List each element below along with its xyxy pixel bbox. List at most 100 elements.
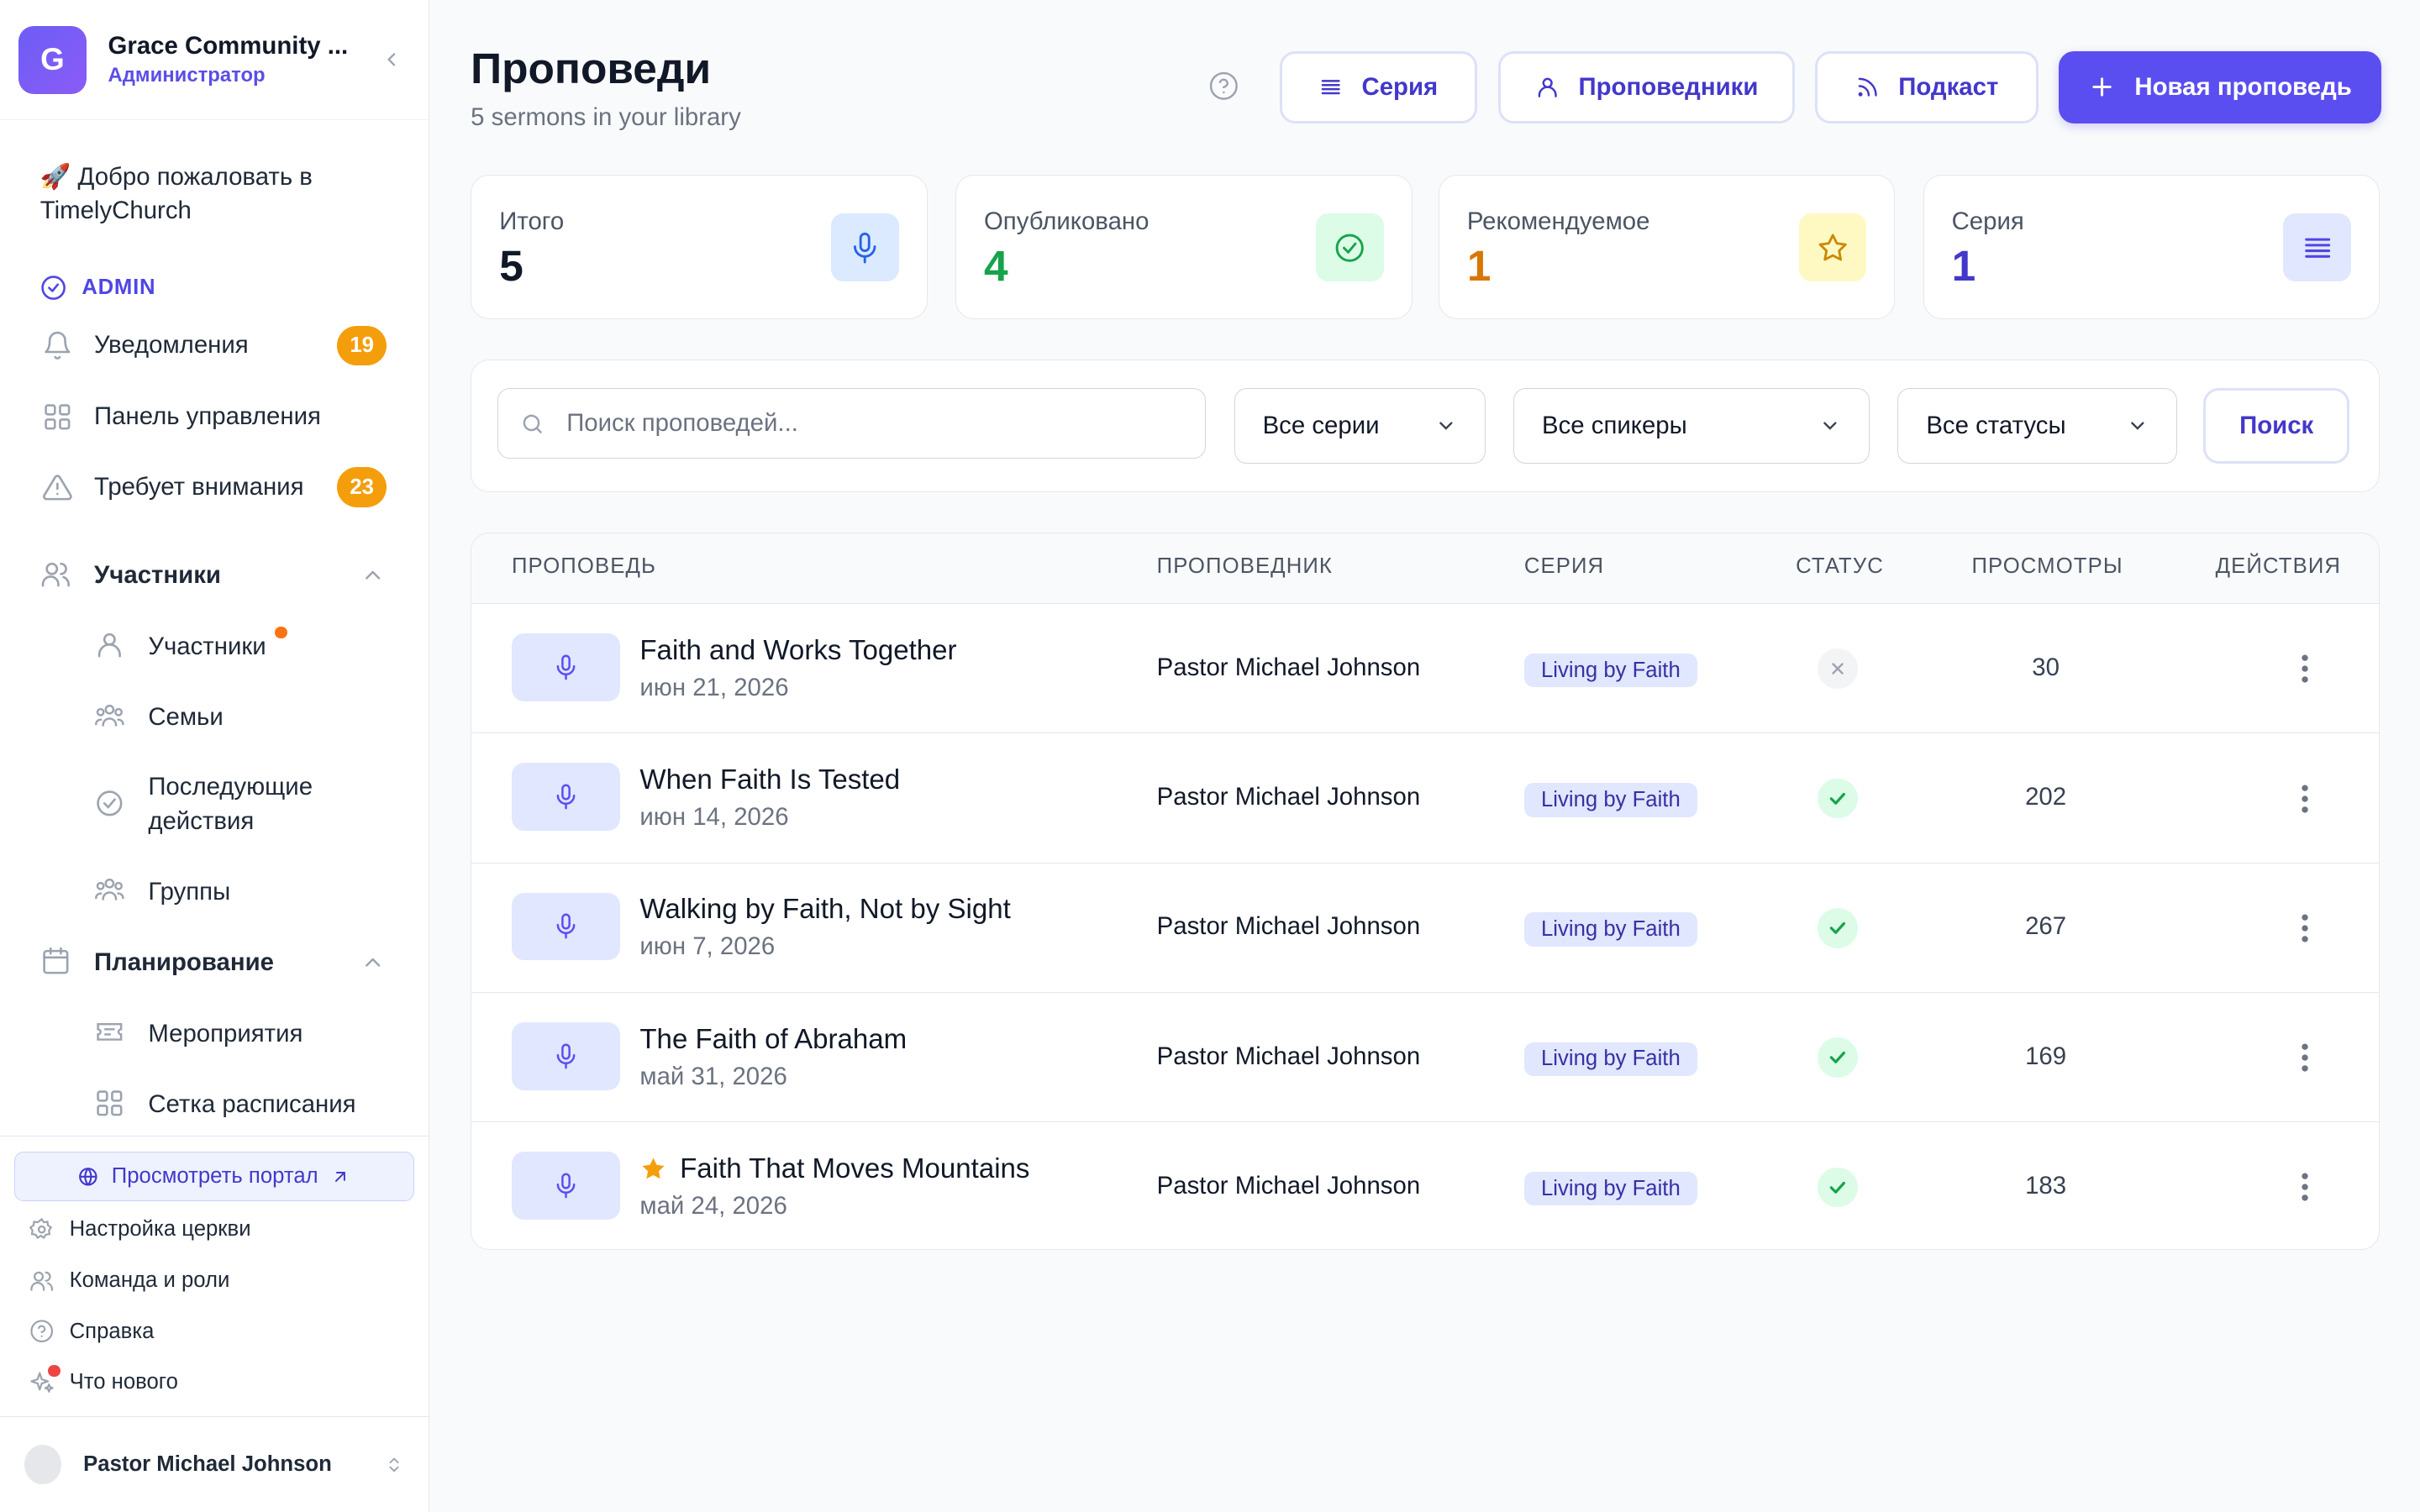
sidebar-item-members[interactable]: Участники [0,611,429,681]
preachers-button[interactable]: Проповедники [1498,50,1796,123]
preachers-button-label: Проповедники [1578,72,1759,101]
sidebar-item-label: Справка [69,1319,155,1343]
sermon-views: 30 [2032,653,2060,681]
sidebar-item-families[interactable]: Семьи [0,682,429,753]
stat-label: Серия [1951,207,2024,236]
more-vertical-icon[interactable] [2286,780,2323,817]
speakers-select[interactable]: Все спикеры [1512,387,1870,464]
welcome-link[interactable]: 🚀 Добро пожаловать в TimelyChurch [0,120,429,228]
list-icon [1318,75,1343,99]
status-select[interactable]: Все статусы [1897,387,2177,464]
external-link-icon [330,1167,350,1187]
search-field[interactable] [497,387,1207,459]
new-sermon-button[interactable]: Новая проповедь [2059,50,2381,123]
sidebar-item-notifications[interactable]: Уведомления 19 [0,310,429,381]
table-row[interactable]: Faith and Works Together июн 21, 2026 Past… [471,604,2380,734]
globe-icon [77,1166,99,1188]
more-vertical-icon[interactable] [2286,910,2323,947]
sidebar-item-label: Панель управления [94,402,321,430]
check-circle-icon [94,788,128,822]
stat-value: 4 [983,240,1008,290]
sermon-title-text: Walking by Faith, Not by Sight [639,894,1011,926]
user-menu[interactable]: Pastor Michael Johnson [0,1416,429,1512]
sidebar-item-followups[interactable]: Последующие действия [0,753,429,856]
sermon-title-text: The Faith of Abraham [639,1023,908,1055]
series-badge: Living by Faith [1523,1042,1697,1077]
stat-label: Итого [499,207,565,236]
sidebar-item-help[interactable]: Справка [14,1306,415,1357]
sidebar-item-label: Уведомления [94,331,249,360]
calendar-icon [40,946,74,979]
sidebar-item-label: Сетка расписания [148,1089,356,1118]
sermon-title-text: Faith and Works Together [639,634,957,666]
check-circle-icon [40,275,66,301]
sidebar-item-whats-new[interactable]: Что нового [14,1357,415,1408]
stat-label: Опубликовано [983,207,1150,236]
stat-value: 1 [1466,240,1491,290]
sidebar: G Grace Community ... Администратор 🚀 До… [0,0,429,1512]
table-header: ПРОПОВЕДЬ ПРОПОВЕДНИК СЕРИЯ СТАТУС ПРОСМ… [471,533,2380,605]
chevron-up-icon[interactable] [360,950,385,974]
user-icon [94,629,128,663]
more-vertical-icon[interactable] [2286,650,2323,687]
stat-card-total: Итого 5 [471,174,928,320]
org-header[interactable]: G Grace Community ... Администратор [0,0,429,121]
table-row[interactable]: The Faith of Abraham май 31, 2026 Pastor M… [471,993,2380,1123]
org-role: Администратор [108,63,266,87]
more-vertical-icon[interactable] [2286,1039,2323,1076]
table-row[interactable]: Faith That Moves Mountains май 24, 2026 Pa… [471,1122,2379,1248]
sidebar-item-groups[interactable]: Группы [0,856,429,927]
search-button[interactable]: Поиск [2202,387,2350,464]
section-planning[interactable]: Планирование [0,927,429,998]
more-vertical-icon[interactable] [2286,1168,2323,1205]
series-button[interactable]: Серия [1279,50,1477,123]
series-select[interactable]: Все серии [1234,387,1486,464]
chevron-down-icon [2127,415,2149,437]
chevron-up-icon[interactable] [360,563,385,587]
gear-icon [29,1217,54,1242]
series-badge: Living by Faith [1523,783,1697,817]
sermon-preacher: Pastor Michael Johnson [1156,1042,1421,1070]
microphone-icon [511,633,620,701]
groups-icon [94,874,128,908]
attention-badge: 23 [337,467,387,508]
sermon-title[interactable]: The Faith of Abraham [639,1024,907,1056]
sidebar-item-schedule-grid[interactable]: Сетка расписания [0,1069,429,1140]
stat-label: Рекомендуемое [1466,207,1650,236]
podcast-button[interactable]: Подкаст [1814,50,2039,123]
sermon-views: 267 [2025,912,2067,941]
table-row[interactable]: When Faith Is Tested июн 14, 2026 Pastor M… [471,733,2380,864]
sidebar-item-attention[interactable]: Требует внимания 23 [0,452,429,522]
sidebar-item-label: Настройка церкви [69,1217,251,1242]
sermon-title[interactable]: Faith That Moves Mountains [639,1153,1029,1185]
section-members[interactable]: Участники [0,540,429,611]
star-icon [1798,213,1867,282]
stat-value: 1 [1951,240,1976,290]
view-portal-button[interactable]: Просмотреть портал [13,1152,415,1201]
published-check-icon [1817,778,1858,819]
sidebar-item-dashboard[interactable]: Панель управления [0,381,429,452]
published-check-icon [1817,1037,1858,1078]
column-header: СТАТУС [1796,554,1884,579]
page-subtitle: 5 sermons in your library [471,103,741,132]
sidebar-item-team-roles[interactable]: Команда и роли [14,1255,415,1306]
sidebar-item-label: Что нового [69,1370,178,1394]
search-input[interactable] [566,409,1154,438]
sermon-title[interactable]: When Faith Is Tested [639,764,900,796]
new-sermon-button-label: Новая проповедь [2134,72,2352,101]
sidebar-item-church-settings[interactable]: Настройка церкви [14,1205,415,1256]
help-circle-icon[interactable] [1208,71,1239,102]
column-header: ПРОСМОТРЫ [1971,554,2123,579]
collapse-sidebar-icon[interactable] [372,41,409,78]
sidebar-item-events[interactable]: Мероприятия [0,998,429,1068]
microphone-icon [511,892,620,961]
alert-triangle-icon [40,470,74,504]
view-portal-label: Просмотреть портал [111,1164,318,1189]
filter-bar: Все серии Все спикеры Все статусы Поиск [471,359,2381,492]
sermon-title[interactable]: Walking by Faith, Not by Sight [639,894,1010,926]
column-header: ПРОПОВЕДЬ [511,554,656,579]
table-row[interactable]: Walking by Faith, Not by Sight июн 7, 202… [471,864,2380,993]
sermon-views: 169 [2025,1042,2067,1070]
sermon-title[interactable]: Faith and Works Together [639,635,956,667]
featured-star-icon [639,1155,667,1183]
